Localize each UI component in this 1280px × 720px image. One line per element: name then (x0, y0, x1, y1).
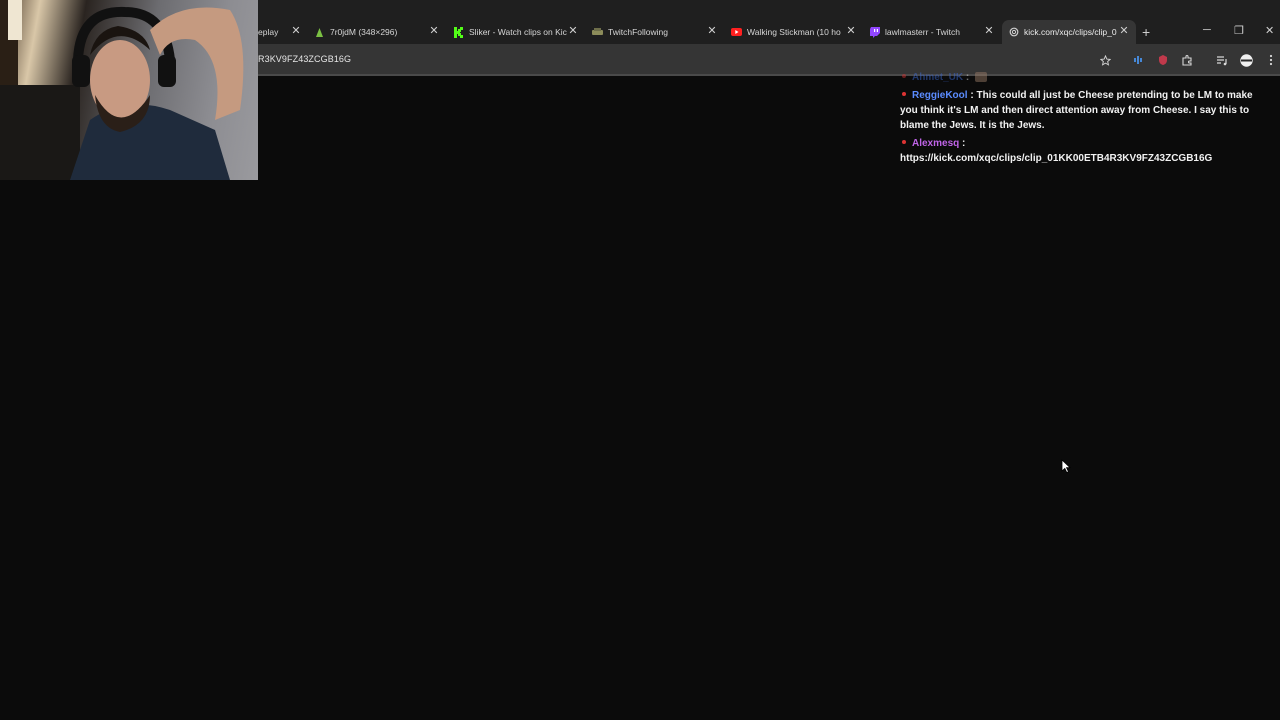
star-icon[interactable] (1098, 53, 1112, 67)
chat-separator: : (965, 72, 970, 83)
youtube-icon (731, 27, 742, 38)
new-tab-button[interactable]: + (1142, 24, 1150, 40)
tab-image[interactable]: 7r0jdM (348×296) ✕ (314, 20, 440, 44)
tab-twitch-following[interactable]: TwitchFollowing ✕ (592, 20, 718, 44)
chat-link[interactable]: https://kick.com/xqc/clips/clip_01KK00ET… (900, 153, 1212, 164)
close-window-button[interactable]: ✕ (1265, 24, 1274, 37)
chat-message: Alexmesq : https://kick.com/xqc/clips/cl… (900, 136, 1262, 166)
tab-twitch[interactable]: lawlmasterr - Twitch ✕ (869, 20, 995, 44)
tab-close-icon[interactable]: ✕ (428, 24, 440, 37)
audio-extension-icon[interactable] (1131, 53, 1145, 67)
tab-kick-clip[interactable]: kick.com/xqc/clips/clip_0 ✕ (1002, 20, 1136, 44)
tab-replay[interactable]: eplay ✕ (258, 20, 302, 44)
profile-avatar[interactable] (1239, 53, 1253, 67)
tab-close-icon[interactable]: ✕ (983, 24, 995, 37)
twitch-following-icon (592, 27, 603, 38)
chat-message: ReggieKool : This could all just be Chee… (900, 88, 1262, 133)
chat-separator: : (962, 138, 966, 149)
menu-kebab-icon[interactable] (1264, 53, 1278, 67)
media-controls-icon[interactable] (1215, 53, 1229, 67)
emote-icon (975, 72, 988, 83)
mouse-cursor (1061, 459, 1072, 478)
shield-extension-icon[interactable] (1156, 53, 1170, 67)
chat-username[interactable]: ReggieKool (912, 90, 968, 101)
minimize-button[interactable]: ─ (1203, 24, 1211, 36)
tab-close-icon[interactable]: ✕ (1118, 24, 1130, 37)
image-icon (314, 27, 325, 38)
tab-title: lawlmasterr - Twitch (885, 27, 960, 37)
chat-username[interactable]: Ahmet_UK (912, 72, 963, 83)
chat-username[interactable]: Alexmesq (912, 138, 959, 149)
webcam-overlay (0, 0, 258, 180)
tab-youtube[interactable]: Walking Stickman (10 ho ✕ (731, 20, 857, 44)
extensions-icon[interactable] (1180, 53, 1194, 67)
restore-button[interactable]: ❐ (1234, 24, 1244, 37)
chat-panel: Ahmet_UK : ReggieKool : This could all j… (900, 70, 1262, 169)
tab-title: Walking Stickman (10 ho (747, 27, 841, 37)
tab-close-icon[interactable]: ✕ (567, 24, 579, 37)
chat-separator: : (970, 90, 974, 101)
loading-icon (1008, 27, 1019, 38)
kick-icon (453, 26, 464, 38)
badge-icon (902, 92, 906, 97)
chat-message: Ahmet_UK : (900, 70, 1262, 85)
tab-sliker[interactable]: Sliker - Watch clips on Kic ✕ (453, 20, 579, 44)
tab-close-icon[interactable]: ✕ (706, 24, 718, 37)
tab-close-icon[interactable]: ✕ (845, 24, 857, 37)
tab-close-icon[interactable]: ✕ (290, 24, 302, 37)
badge-icon (902, 140, 906, 145)
badge-icon (902, 74, 906, 79)
twitch-icon (869, 26, 880, 38)
address-bar[interactable]: R3KV9FZ43ZCGB16G (258, 54, 351, 64)
webcam-person-image (0, 0, 244, 180)
tab-title: Sliker - Watch clips on Kic (469, 27, 567, 37)
tab-title: 7r0jdM (348×296) (330, 27, 398, 37)
tab-title: TwitchFollowing (608, 27, 668, 37)
